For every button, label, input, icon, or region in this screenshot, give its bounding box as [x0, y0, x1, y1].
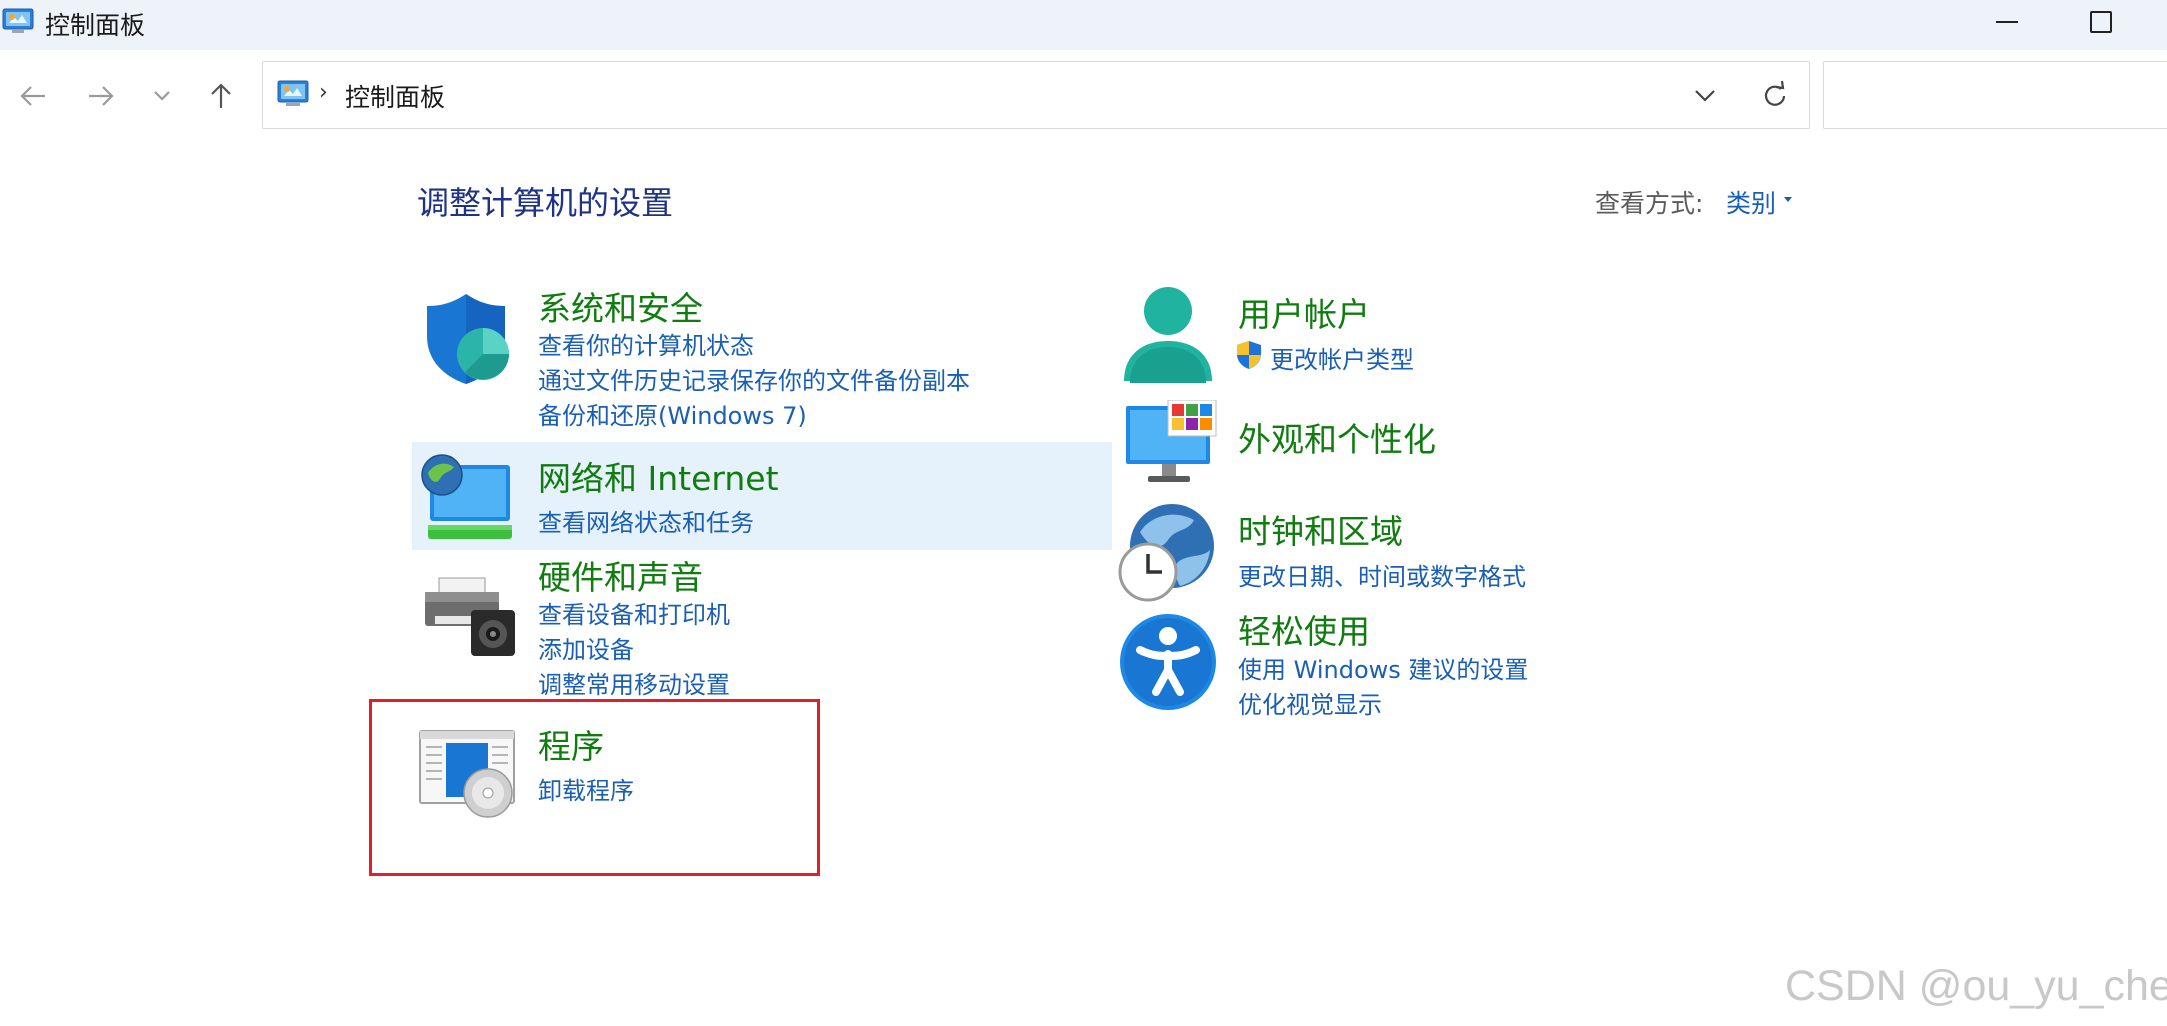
- uac-shield-icon: [1237, 341, 1261, 369]
- category-title-network[interactable]: 网络和 Internet: [538, 452, 779, 500]
- category-title-ease-of-access[interactable]: 轻松使用: [1238, 605, 1370, 653]
- watermark: CSDN @ou_yu_chen: [1785, 962, 2167, 1010]
- minimize-button[interactable]: [1996, 21, 2018, 23]
- view-by-label: 查看方式:: [1595, 189, 1704, 218]
- monitor-palette-icon[interactable]: [1124, 400, 1218, 486]
- breadcrumb-control-panel[interactable]: 控制面板: [345, 78, 445, 114]
- maximize-button[interactable]: [2090, 11, 2112, 33]
- category-title-appearance[interactable]: 外观和个性化: [1238, 413, 1436, 461]
- shield-icon[interactable]: [421, 290, 511, 386]
- link-file-history[interactable]: 通过文件历史记录保存你的文件备份副本: [538, 361, 970, 396]
- up-button[interactable]: [199, 74, 243, 118]
- address-bar[interactable]: › 控制面板: [262, 61, 1810, 129]
- link-change-account-type[interactable]: 更改帐户类型: [1270, 340, 1414, 375]
- globe-clock-icon[interactable]: [1118, 502, 1218, 602]
- link-mobility-settings[interactable]: 调整常用移动设置: [538, 665, 730, 700]
- link-network-status[interactable]: 查看网络状态和任务: [538, 503, 754, 538]
- title-bar: 控制面板: [0, 0, 2167, 50]
- highlight-annotation-box: [369, 699, 820, 876]
- view-by-dropdown[interactable]: 类别: [1726, 184, 1776, 220]
- forward-button[interactable]: [79, 74, 123, 118]
- recent-locations-button[interactable]: [140, 74, 184, 118]
- address-dropdown-icon[interactable]: [1687, 80, 1723, 112]
- category-title-system-security[interactable]: 系统和安全: [538, 282, 703, 330]
- category-title-hardware-sound[interactable]: 硬件和声音: [538, 551, 703, 599]
- breadcrumb-separator[interactable]: ›: [319, 80, 328, 105]
- back-arrow-icon: [20, 86, 45, 106]
- link-add-device[interactable]: 添加设备: [538, 630, 634, 665]
- printer-speaker-icon[interactable]: [421, 574, 517, 658]
- link-windows-recommended-settings[interactable]: 使用 Windows 建议的设置: [1238, 650, 1528, 685]
- search-input[interactable]: [1823, 61, 2167, 129]
- refresh-icon[interactable]: [1757, 78, 1793, 114]
- forward-arrow-icon: [89, 86, 114, 106]
- network-icon[interactable]: [418, 451, 514, 543]
- link-check-computer-status[interactable]: 查看你的计算机状态: [538, 326, 754, 361]
- control-panel-icon: [277, 80, 309, 106]
- up-arrow-icon: [211, 83, 231, 108]
- control-panel-icon: [2, 8, 34, 33]
- page-title: 调整计算机的设置: [417, 184, 674, 222]
- category-title-user-accounts[interactable]: 用户帐户: [1238, 288, 1370, 336]
- accessibility-icon[interactable]: [1118, 612, 1218, 712]
- user-icon[interactable]: [1122, 285, 1214, 385]
- link-optimize-visual-display[interactable]: 优化视觉显示: [1238, 685, 1382, 720]
- link-devices-printers[interactable]: 查看设备和打印机: [538, 595, 730, 630]
- recent-dropdown-icon: [154, 91, 170, 101]
- window-title: 控制面板: [45, 11, 146, 40]
- category-title-clock-region[interactable]: 时钟和区域: [1238, 505, 1403, 553]
- back-button[interactable]: [11, 74, 55, 118]
- link-backup-restore[interactable]: 备份和还原(Windows 7): [538, 396, 807, 431]
- link-change-date-time[interactable]: 更改日期、时间或数字格式: [1238, 557, 1526, 592]
- view-by-caret-icon[interactable]: [1784, 197, 1792, 202]
